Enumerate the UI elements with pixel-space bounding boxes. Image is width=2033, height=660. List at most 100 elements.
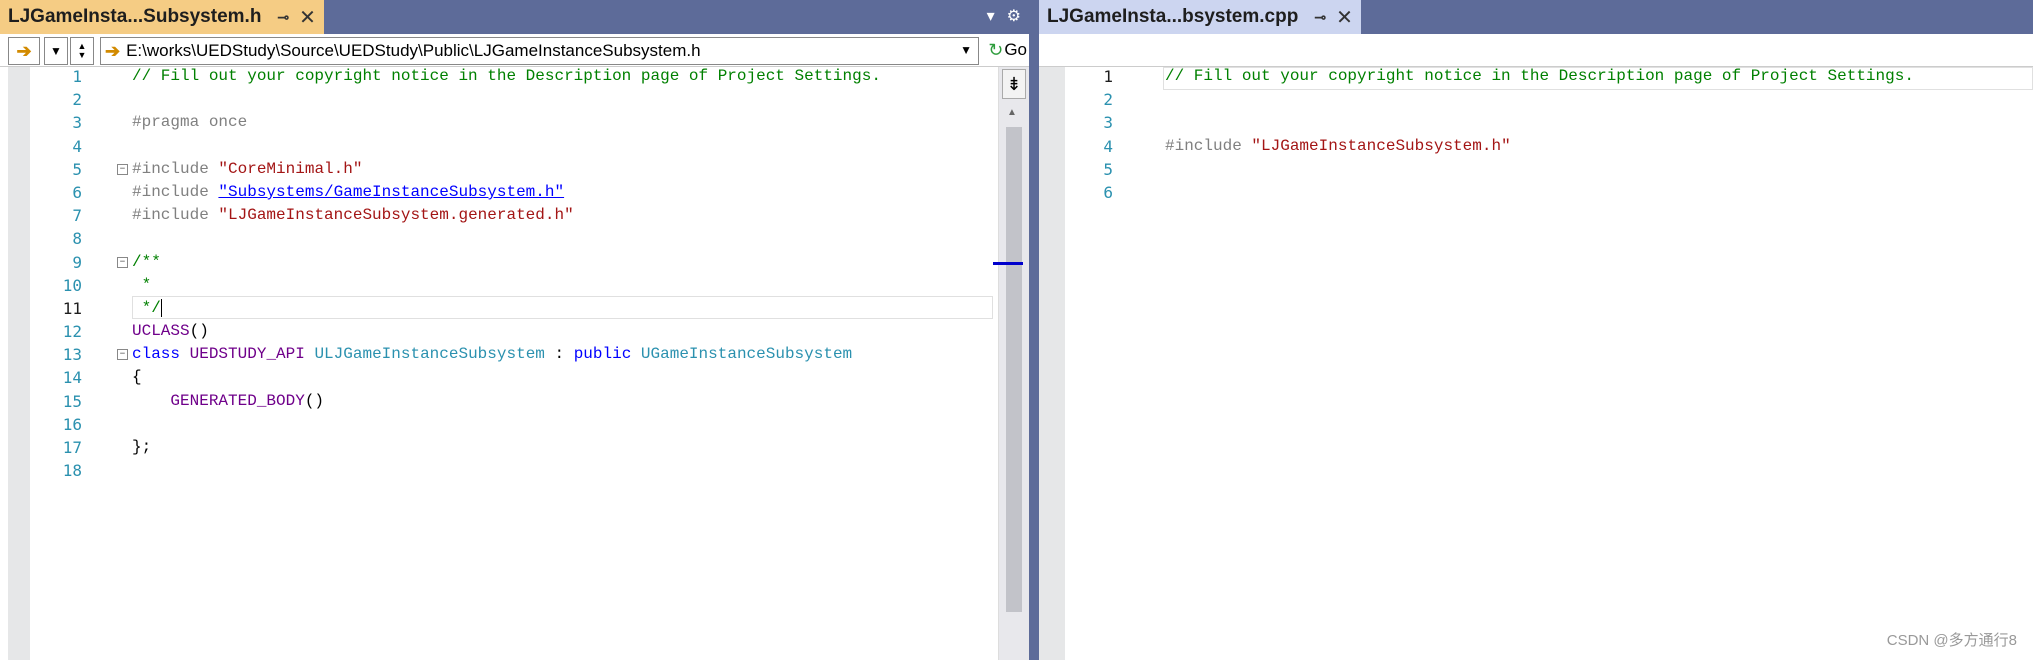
left-editor-pane: LJGameInsta...Subsystem.h ⊸ ✕ ▾ ⚙ ➔ ▼ ▲ … [0,0,1029,660]
line-number: 3 [72,113,82,133]
code-text: // Fill out your copyright notice in the… [132,67,1029,484]
line-number: 18 [62,461,82,481]
line-number-current: 1 [1103,67,1113,86]
pane-splitter[interactable] [1029,0,1039,660]
line-number: 8 [72,229,82,249]
scroll-thumb[interactable] [1006,127,1022,612]
code-editor-left[interactable]: 1 2 3 4 5 6 7 8 9 10 11 12 13 14 15 16 1… [0,67,1029,660]
text-caret [160,298,162,317]
class-name: ULJGameInstanceSubsystem [314,345,545,364]
punctuation: () [189,322,209,341]
tab-list-dropdown-icon[interactable]: ▾ [987,6,995,26]
file-path-text: E:\works\UEDStudy\Source\UEDStudy\Public… [126,41,701,60]
tab-label: LJGameInsta...bsystem.cpp [1047,6,1299,27]
line-number-gutter: 1 2 3 4 5 6 7 8 9 10 11 12 13 14 15 16 1… [30,67,82,484]
right-editor-pane: LJGameInsta...bsystem.cpp ⊸ ✕ 1 2 3 4 5 … [1039,0,2033,660]
gear-icon[interactable]: ⚙ [1007,6,1021,26]
spinner-button[interactable]: ▲ ▼ [70,37,94,65]
pin-icon[interactable]: ⊸ [1314,9,1326,26]
line-number-current: 11 [62,298,82,318]
file-path-combobox[interactable]: ➔ E:\works\UEDStudy\Source\UEDStudy\Publ… [100,37,979,65]
preprocessor: #include [132,206,219,225]
code-line: }; [132,438,1029,461]
comment: // Fill out your copyright notice in the… [1165,67,1914,85]
include-link[interactable]: "Subsystems/GameInstanceSubsystem.h" [218,183,564,201]
caret-position-marker [993,262,1023,265]
code-line: /** [132,253,1029,276]
watermark: CSDN @多方通行8 [1886,632,2017,649]
punctuation: : [544,345,574,364]
scope-dropdown-button[interactable]: ▼ [44,37,68,65]
split-window-icon[interactable]: ⇟ [1002,69,1026,99]
keyword: public [573,345,632,364]
refresh-icon: ↻ [988,39,1004,60]
fold-collapse-icon[interactable]: − [117,164,128,175]
code-line: GENERATED_BODY() [132,392,1029,415]
line-number: 13 [62,345,82,365]
preprocessor: #include [1165,136,1252,155]
line-number: 2 [72,90,82,110]
code-line: #include "LJGameInstanceSubsystem.genera… [132,206,1029,229]
arrow-right-icon: ➔ [105,40,121,61]
arrow-right-icon: ➔ [16,40,32,61]
code-line: #include "LJGameInstanceSubsystem.h" [1165,137,2033,160]
code-line: * [132,276,1029,299]
line-number: 6 [72,182,82,202]
code-line: #pragma once [132,113,1029,136]
scroll-up-icon[interactable]: ▲ [1007,107,1017,118]
fold-collapse-icon[interactable]: − [117,349,128,360]
code-line: UCLASS() [132,322,1029,345]
right-tab-strip: LJGameInsta...bsystem.cpp ⊸ ✕ [1039,0,2033,34]
code-editor-right[interactable]: 1 2 3 4 5 6 // Fill out your copyright n… [1039,67,2033,660]
line-number: 2 [1103,90,1113,110]
line-number: 4 [1103,136,1113,156]
macro: GENERATED_BODY [170,391,305,410]
close-icon[interactable]: ✕ [1336,5,1353,30]
chevron-down-icon[interactable]: ▼ [960,43,972,57]
line-number: 12 [62,322,82,342]
indicator-margin [1039,67,1065,660]
keyword: class [132,345,181,364]
code-line: class UEDSTUDY_API ULJGameInstanceSubsys… [132,345,1029,368]
include-string: "LJGameInstanceSubsystem.generated.h" [218,206,574,225]
line-number: 4 [72,136,82,156]
punctuation: }; [132,438,152,456]
go-button[interactable]: ↻ Go [988,37,1027,63]
code-line: // Fill out your copyright notice in the… [1165,67,2033,90]
code-text: // Fill out your copyright notice in the… [1165,67,2033,206]
comment: */ [132,299,161,318]
line-number: 7 [72,206,82,226]
navigation-bar [1039,34,2033,67]
code-line-current: */ [132,298,1029,322]
tab-subsystem-h[interactable]: LJGameInsta...Subsystem.h ⊸ ✕ [0,0,324,34]
fold-collapse-icon[interactable]: − [117,257,128,268]
include-string: "LJGameInstanceSubsystem.h" [1251,136,1511,155]
vertical-scrollbar[interactable]: ⇟ ▲ [993,67,1029,660]
close-icon[interactable]: ✕ [299,5,316,30]
tab-subsystem-cpp[interactable]: LJGameInsta...bsystem.cpp ⊸ ✕ [1039,0,1361,34]
class-name: UGameInstanceSubsystem [640,345,853,364]
chevron-down-icon: ▼ [77,50,87,60]
navigate-back-button[interactable]: ➔ [8,37,40,65]
macro: UEDSTUDY_API [189,345,305,364]
include-string: "CoreMinimal.h" [218,159,363,178]
preprocessor: #include [132,182,219,201]
line-number: 5 [72,159,82,179]
line-number: 14 [62,368,82,388]
go-label: Go [1004,40,1027,59]
pin-icon[interactable]: ⊸ [277,9,289,26]
chevron-down-icon: ▼ [50,44,62,58]
line-number: 15 [62,391,82,411]
left-tab-strip: LJGameInsta...Subsystem.h ⊸ ✕ ▾ ⚙ [0,0,1029,34]
macro: UCLASS [132,322,190,341]
line-number-gutter: 1 2 3 4 5 6 [1065,67,1113,206]
comment: // Fill out your copyright notice in the… [132,67,881,85]
